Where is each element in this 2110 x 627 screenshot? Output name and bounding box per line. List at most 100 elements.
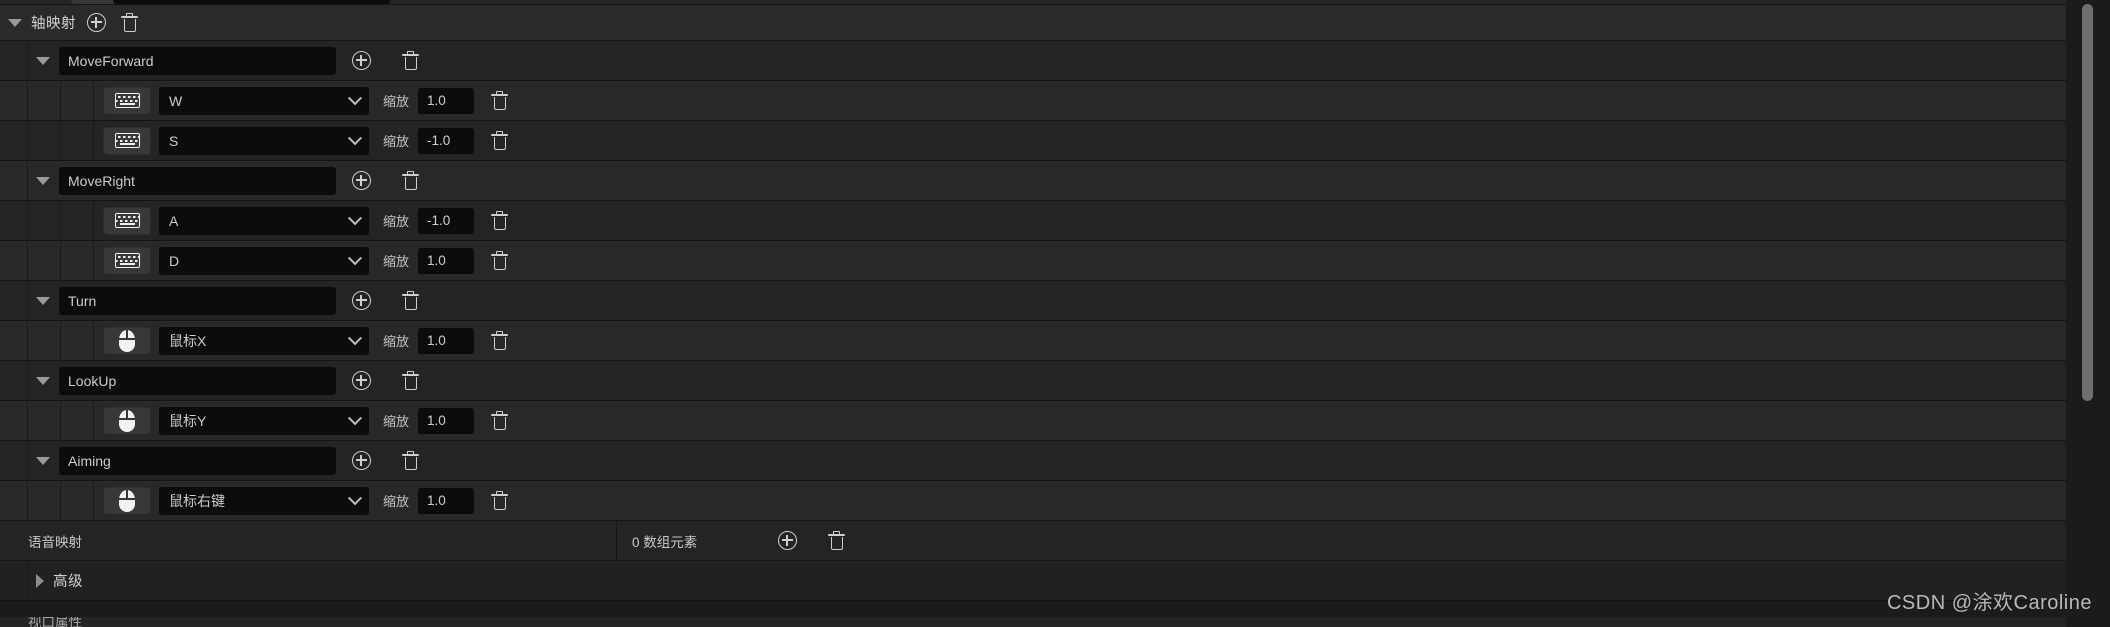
- device-selector-button[interactable]: [103, 486, 151, 515]
- key-binding-combobox[interactable]: S: [159, 126, 369, 155]
- add-speech-mapping-button[interactable]: [778, 531, 797, 550]
- expand-collapse-arrow-axis-mappings[interactable]: [8, 18, 22, 27]
- expand-collapse-arrow-aiming[interactable]: [36, 456, 50, 465]
- indent-guide-3: [61, 481, 94, 520]
- add-binding-button-moveforward[interactable]: [352, 51, 371, 70]
- trash-can: [123, 18, 136, 32]
- trash-can: [493, 496, 506, 510]
- scale-input[interactable]: 1.0: [418, 407, 475, 434]
- scale-label: 缩放: [383, 494, 410, 509]
- indent-guide-1: [0, 41, 28, 80]
- scale-input[interactable]: -1.0: [418, 207, 475, 234]
- delete-axis-mapping-button-moveright[interactable]: [402, 170, 419, 191]
- delete-binding-button[interactable]: [491, 250, 509, 271]
- device-selector-button[interactable]: [103, 326, 151, 355]
- scale-label: 缩放: [383, 134, 410, 149]
- clear-axis-mappings-button[interactable]: [121, 12, 138, 33]
- add-binding-button-aiming[interactable]: [352, 451, 371, 470]
- chevron-down-icon: [347, 90, 363, 105]
- expand-collapse-arrow-turn[interactable]: [36, 296, 50, 305]
- scale-input[interactable]: 1.0: [418, 487, 475, 514]
- trash-lid: [402, 373, 419, 376]
- key-binding-combobox[interactable]: A: [159, 206, 369, 235]
- device-selector-button[interactable]: [103, 126, 151, 155]
- add-axis-mapping-button[interactable]: [87, 13, 106, 32]
- axis-mapping-name-text: Aiming: [68, 452, 111, 469]
- indent-guide-2: [28, 321, 61, 360]
- speech-mappings-row: 语音映射 0 数组元素: [0, 521, 2066, 561]
- expand-collapse-arrow-moveright[interactable]: [36, 176, 50, 185]
- key-binding-combobox[interactable]: 鼠标右键: [159, 486, 369, 515]
- delete-binding-button[interactable]: [491, 130, 509, 151]
- trash-lid: [491, 333, 509, 336]
- axis-mapping-name-field[interactable]: LookUp: [59, 366, 336, 395]
- chevron-down-icon: [347, 330, 363, 345]
- indent-guide-3: [61, 201, 94, 240]
- axis-mapping-name-field[interactable]: MoveForward: [59, 46, 336, 75]
- trash-can: [404, 176, 417, 190]
- add-binding-button-lookup[interactable]: [352, 371, 371, 390]
- trash-lid: [491, 213, 509, 216]
- axis-mapping-name-field[interactable]: MoveRight: [59, 166, 336, 195]
- device-selector-button[interactable]: [103, 206, 151, 235]
- add-binding-button-moveright[interactable]: [352, 171, 371, 190]
- trash-lid: [121, 15, 138, 18]
- indent-guide-1: [0, 561, 28, 600]
- scale-value: -1.0: [427, 133, 451, 148]
- indent-guide-2: [28, 121, 61, 160]
- vertical-scrollbar-track[interactable]: [2074, 0, 2093, 627]
- expand-arrow-advanced[interactable]: [36, 573, 44, 588]
- indent-guide-2: [28, 241, 61, 280]
- input-settings-panel: 轴映射 MoveForward W 缩放 1.0 S 缩放 -1.0 MoveRight A 缩放 -…: [0, 0, 2110, 627]
- key-binding-combobox[interactable]: 鼠标Y: [159, 406, 369, 435]
- scale-input[interactable]: 1.0: [418, 247, 475, 274]
- key-binding-combobox[interactable]: 鼠标X: [159, 326, 369, 355]
- delete-axis-mapping-button-lookup[interactable]: [402, 370, 419, 391]
- delete-axis-mapping-button-aiming[interactable]: [402, 450, 419, 471]
- axis-mapping-row: MoveForward: [0, 41, 2066, 81]
- vertical-scrollbar-thumb[interactable]: [2082, 4, 2093, 401]
- indent-guide-3: [61, 401, 94, 440]
- axis-mappings-section-header: 轴映射: [0, 5, 2066, 41]
- indent-guide-1: [0, 441, 28, 480]
- add-binding-button-turn[interactable]: [352, 291, 371, 310]
- delete-binding-button[interactable]: [491, 90, 509, 111]
- chevron-down-icon: [347, 490, 363, 505]
- key-binding-value: A: [169, 212, 179, 229]
- axis-mapping-name-field[interactable]: Aiming: [59, 446, 336, 475]
- delete-binding-button[interactable]: [491, 490, 509, 511]
- axis-binding-row: 鼠标Y 缩放 1.0: [0, 401, 2066, 441]
- key-binding-combobox[interactable]: W: [159, 86, 369, 115]
- delete-binding-button-wrapper: [491, 330, 509, 351]
- trash-can: [493, 136, 506, 150]
- delete-binding-button[interactable]: [491, 210, 509, 231]
- axis-binding-row: 鼠标右键 缩放 1.0: [0, 481, 2066, 521]
- expand-collapse-arrow-lookup[interactable]: [36, 376, 50, 385]
- axis-mapping-name-field[interactable]: Turn: [59, 286, 336, 315]
- scale-label: 缩放: [383, 214, 410, 229]
- scale-value: -1.0: [427, 213, 451, 228]
- device-selector-button[interactable]: [103, 86, 151, 115]
- key-binding-value: 鼠标Y: [169, 412, 207, 429]
- clear-speech-mappings-button[interactable]: [828, 530, 845, 551]
- delete-binding-button[interactable]: [491, 330, 509, 351]
- device-selector-button[interactable]: [103, 406, 151, 435]
- delete-binding-button[interactable]: [491, 410, 509, 431]
- device-selector-button[interactable]: [103, 246, 151, 275]
- delete-axis-mapping-button-moveforward[interactable]: [402, 50, 419, 71]
- trash-lid: [402, 293, 419, 296]
- key-binding-combobox[interactable]: D: [159, 246, 369, 275]
- indent-guide-2: [28, 201, 61, 240]
- trash-can: [493, 256, 506, 270]
- scale-input[interactable]: 1.0: [418, 87, 475, 114]
- delete-axis-mapping-button-turn[interactable]: [402, 290, 419, 311]
- indent-guide-1: [0, 121, 28, 160]
- scale-input[interactable]: 1.0: [418, 327, 475, 354]
- expand-collapse-arrow-moveforward[interactable]: [36, 56, 50, 65]
- axis-binding-row: A 缩放 -1.0: [0, 201, 2066, 241]
- scale-input[interactable]: -1.0: [418, 127, 475, 154]
- axis-mapping-name-text: LookUp: [68, 372, 117, 389]
- trash-can: [493, 216, 506, 230]
- indent-guide-3: [61, 81, 94, 120]
- scale-value: 1.0: [427, 493, 446, 508]
